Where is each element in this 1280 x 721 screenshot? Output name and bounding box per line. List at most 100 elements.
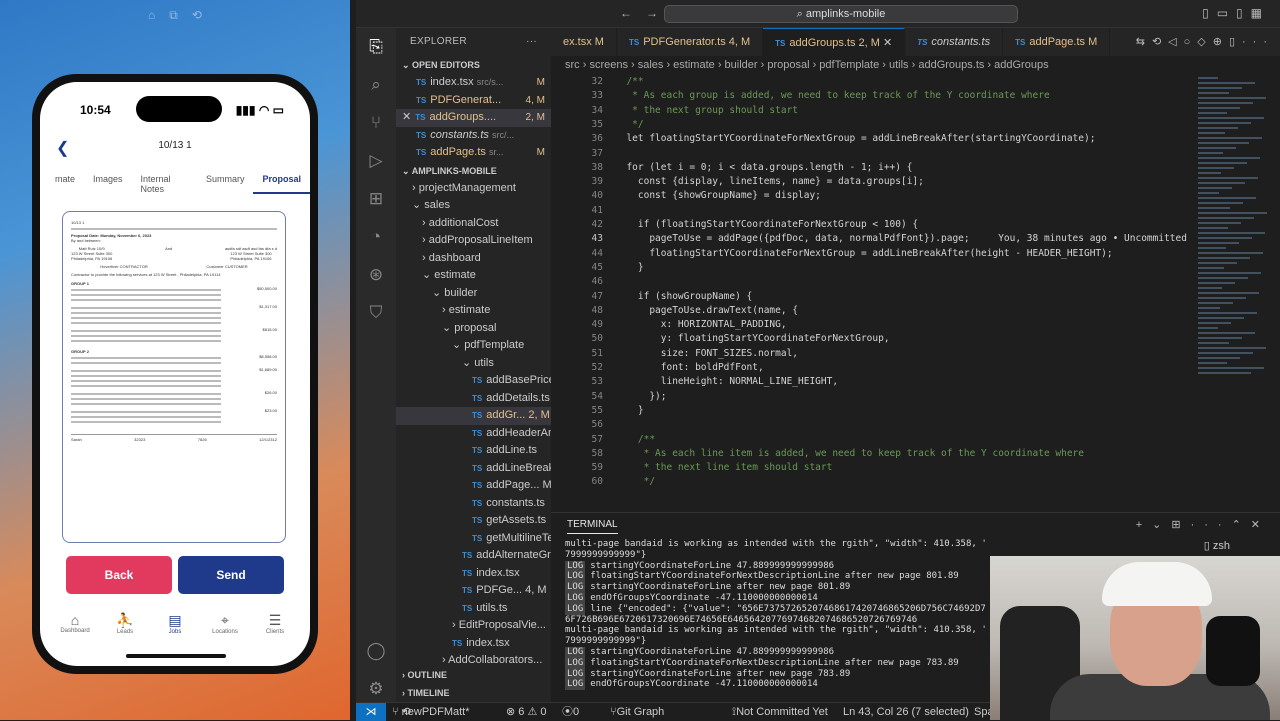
close-icon[interactable]: ✕ xyxy=(883,37,892,49)
code-line[interactable]: }); xyxy=(615,391,666,402)
back-button[interactable]: Back xyxy=(66,556,172,594)
project-section[interactable]: ⌄ AMPLINKS-MOBILE xyxy=(396,162,551,180)
rotate-icon[interactable]: ⟲ xyxy=(192,8,202,22)
tab-proposal[interactable]: Proposal xyxy=(253,174,310,194)
nav-clients[interactable]: ☰ Clients xyxy=(251,612,299,635)
code-line[interactable]: if (showGroupName) { xyxy=(615,291,752,302)
nav-leads[interactable]: ⛹ Leads xyxy=(101,612,149,635)
code-line[interactable]: const {showGroupName} = display; xyxy=(615,190,821,201)
tree-item[interactable]: TSaddHeaderAn... xyxy=(396,425,551,443)
tab-constants[interactable]: TS constants.ts xyxy=(905,28,1004,56)
home-icon[interactable]: ⌂ xyxy=(148,8,155,22)
code-line[interactable]: * As each group is added, we need to kee… xyxy=(615,90,1050,101)
open-editor-item[interactable]: TS PDFGenerat... 4, M xyxy=(396,92,551,110)
tree-item[interactable]: TS index.tsx xyxy=(396,565,551,583)
remote-icon[interactable]: ⋊ xyxy=(356,703,386,721)
code-line[interactable]: * As each line item is added, we need to… xyxy=(615,448,1084,459)
tree-item[interactable]: TS addDetails.ts xyxy=(396,390,551,408)
tree-item[interactable]: ⌄ builder xyxy=(396,285,551,303)
code-line[interactable]: size: FONT_SIZES.normal, xyxy=(615,348,798,359)
open-editor-item[interactable]: TS constants.ts src/... xyxy=(396,127,551,145)
git-graph-icon[interactable]: ◔ xyxy=(356,218,396,256)
ports[interactable]: ⦿ 0 xyxy=(562,703,579,721)
tree-item[interactable]: › additionalCost xyxy=(396,215,551,233)
nav-dashboard[interactable]: ⌂ Dashboard xyxy=(51,612,99,635)
tab-add-page[interactable]: TS addPage.ts M xyxy=(1003,28,1111,56)
nav-locations[interactable]: ⌖ Locations xyxy=(201,612,249,635)
command-center-search[interactable]: ⌕ amplinks-mobile xyxy=(664,5,1018,23)
tree-item[interactable]: ⌄ utils xyxy=(396,355,551,373)
tree-item[interactable]: ⌄ pdfTemplate xyxy=(396,337,551,355)
problems[interactable]: ⊗ 6 ⚠ 0 xyxy=(506,703,546,721)
tab-index-tsx[interactable]: ex.tsx M xyxy=(551,28,617,56)
nav-jobs[interactable]: ▤ Jobs xyxy=(151,612,199,635)
layout-toggle-icons[interactable]: ▯▭▯▦ xyxy=(1202,6,1270,20)
code-line[interactable]: */ xyxy=(615,119,643,130)
code-line[interactable]: } xyxy=(615,405,644,416)
code-line[interactable]: * the next line item should start xyxy=(615,462,833,473)
terminal-output[interactable]: multi-page bandaid is working as intende… xyxy=(565,539,985,691)
tab-pdf-generator[interactable]: TS PDFGenerator.ts 4, M xyxy=(617,28,764,56)
close-icon[interactable]: ✕ xyxy=(402,111,411,123)
tab-add-groups[interactable]: TS addGroups.ts 2, M ✕ xyxy=(763,28,906,56)
tree-item[interactable]: TS addLine.ts xyxy=(396,442,551,460)
editor-actions-icons[interactable]: ⇆⟲◁○◇⊕▯··· xyxy=(1130,28,1280,56)
tree-item[interactable]: TS PDFGe... 4, M xyxy=(396,582,551,600)
files-icon[interactable]: ⎘ xyxy=(356,28,396,66)
code-editor[interactable]: 32 /** 33 * As each group is added, we ne… xyxy=(551,74,1280,512)
tree-item[interactable]: › estimate xyxy=(396,302,551,320)
tree-item[interactable]: TS constants.ts xyxy=(396,495,551,513)
shell-selector[interactable]: ▯ zsh xyxy=(1204,539,1230,552)
send-button[interactable]: Send xyxy=(178,556,284,594)
branch[interactable]: ⑂ newPDFMatt* ⟲ xyxy=(392,703,470,721)
code-line[interactable]: pageToUse.drawText(name, { xyxy=(615,305,798,316)
commit-status[interactable]: ⟟ Not Committed Yet xyxy=(732,703,828,721)
terminal-tab[interactable]: TERMINAL xyxy=(567,519,618,534)
open-editor-item-active[interactable]: ✕ TS addGroups.... 2, M xyxy=(396,109,551,127)
outline-section[interactable]: › OUTLINE xyxy=(396,666,551,684)
code-line[interactable]: if (floatingStartYCoordinateForNextGroup… xyxy=(615,219,918,230)
tab-estimate[interactable]: mate xyxy=(46,174,84,194)
terminal-actions-icons[interactable]: +⌄⊞···⌃✕ xyxy=(1136,513,1270,537)
tree-item[interactable]: TSgetMultilineTe... xyxy=(396,530,551,548)
code-line[interactable]: /** xyxy=(615,76,643,87)
gitlab-icon[interactable]: ⛉ xyxy=(356,294,396,332)
tree-item[interactable]: ⌄ estimate xyxy=(396,267,551,285)
tree-item[interactable]: › addProposalLineItem xyxy=(396,232,551,250)
code-line[interactable]: /** xyxy=(615,434,655,445)
tree-item[interactable]: TSaddBasePrice... xyxy=(396,372,551,390)
tree-item[interactable]: TS utils.ts xyxy=(396,600,551,618)
tree-item[interactable]: ⌄ proposal xyxy=(396,320,551,338)
code-line[interactable]: } xyxy=(615,262,644,273)
git-graph-status[interactable]: ⑂ Git Graph xyxy=(610,703,664,721)
tree-item[interactable]: › EditProposalVie... xyxy=(396,617,551,635)
tree-item[interactable]: TSaddLineBreak... xyxy=(396,460,551,478)
tree-item[interactable]: TSaddAlternateGr... xyxy=(396,547,551,565)
open-editor-item[interactable]: TS addPage.ts sr... M xyxy=(396,144,551,162)
code-line[interactable]: floatingStartYCoordinateForNextGroup = a… xyxy=(615,248,1112,259)
code-line[interactable]: lineHeight: NORMAL_LINE_HEIGHT, xyxy=(615,376,838,387)
minimap[interactable] xyxy=(1198,74,1272,512)
tab-images[interactable]: Images xyxy=(84,174,132,194)
proposal-pdf-preview[interactable]: 10/13 1 Proposal Date: Monday, November … xyxy=(62,211,286,543)
tab-summary[interactable]: Summary xyxy=(197,174,254,194)
tree-item[interactable]: TS addGr... 2, M xyxy=(396,407,551,425)
code-line[interactable]: y: floatingStartYCoordinateForNextGroup, xyxy=(615,333,890,344)
remote-explorer-icon[interactable]: ⊛ xyxy=(356,256,396,294)
tree-item[interactable]: TS getAssets.ts xyxy=(396,512,551,530)
code-line[interactable]: font: boldPdfFont, xyxy=(615,362,764,373)
code-line[interactable]: let floatingStartYCoordinateForNextGroup… xyxy=(615,133,1095,144)
timeline-section[interactable]: › TIMELINE xyxy=(396,684,551,702)
cursor-position[interactable]: Ln 43, Col 26 (7 selected) xyxy=(843,703,969,721)
extensions-icon[interactable]: ⊞ xyxy=(356,180,396,218)
tree-item[interactable]: ⌄ sales xyxy=(396,197,551,215)
tree-item[interactable]: › projectManagement xyxy=(396,180,551,198)
more-icon[interactable]: ··· xyxy=(526,28,537,56)
open-editors-section[interactable]: ⌄ OPEN EDITORS xyxy=(396,56,551,74)
search-icon[interactable]: ⌕ xyxy=(356,66,396,104)
tab-internal-notes[interactable]: Internal Notes xyxy=(132,174,197,194)
code-line[interactable]: * the next group should start xyxy=(615,105,798,116)
run-debug-icon[interactable]: ▷ xyxy=(356,142,396,180)
source-control-icon[interactable]: ⑂ xyxy=(356,104,396,142)
code-line[interactable]: x: HORIZONTAL_PADDING, xyxy=(615,319,787,330)
